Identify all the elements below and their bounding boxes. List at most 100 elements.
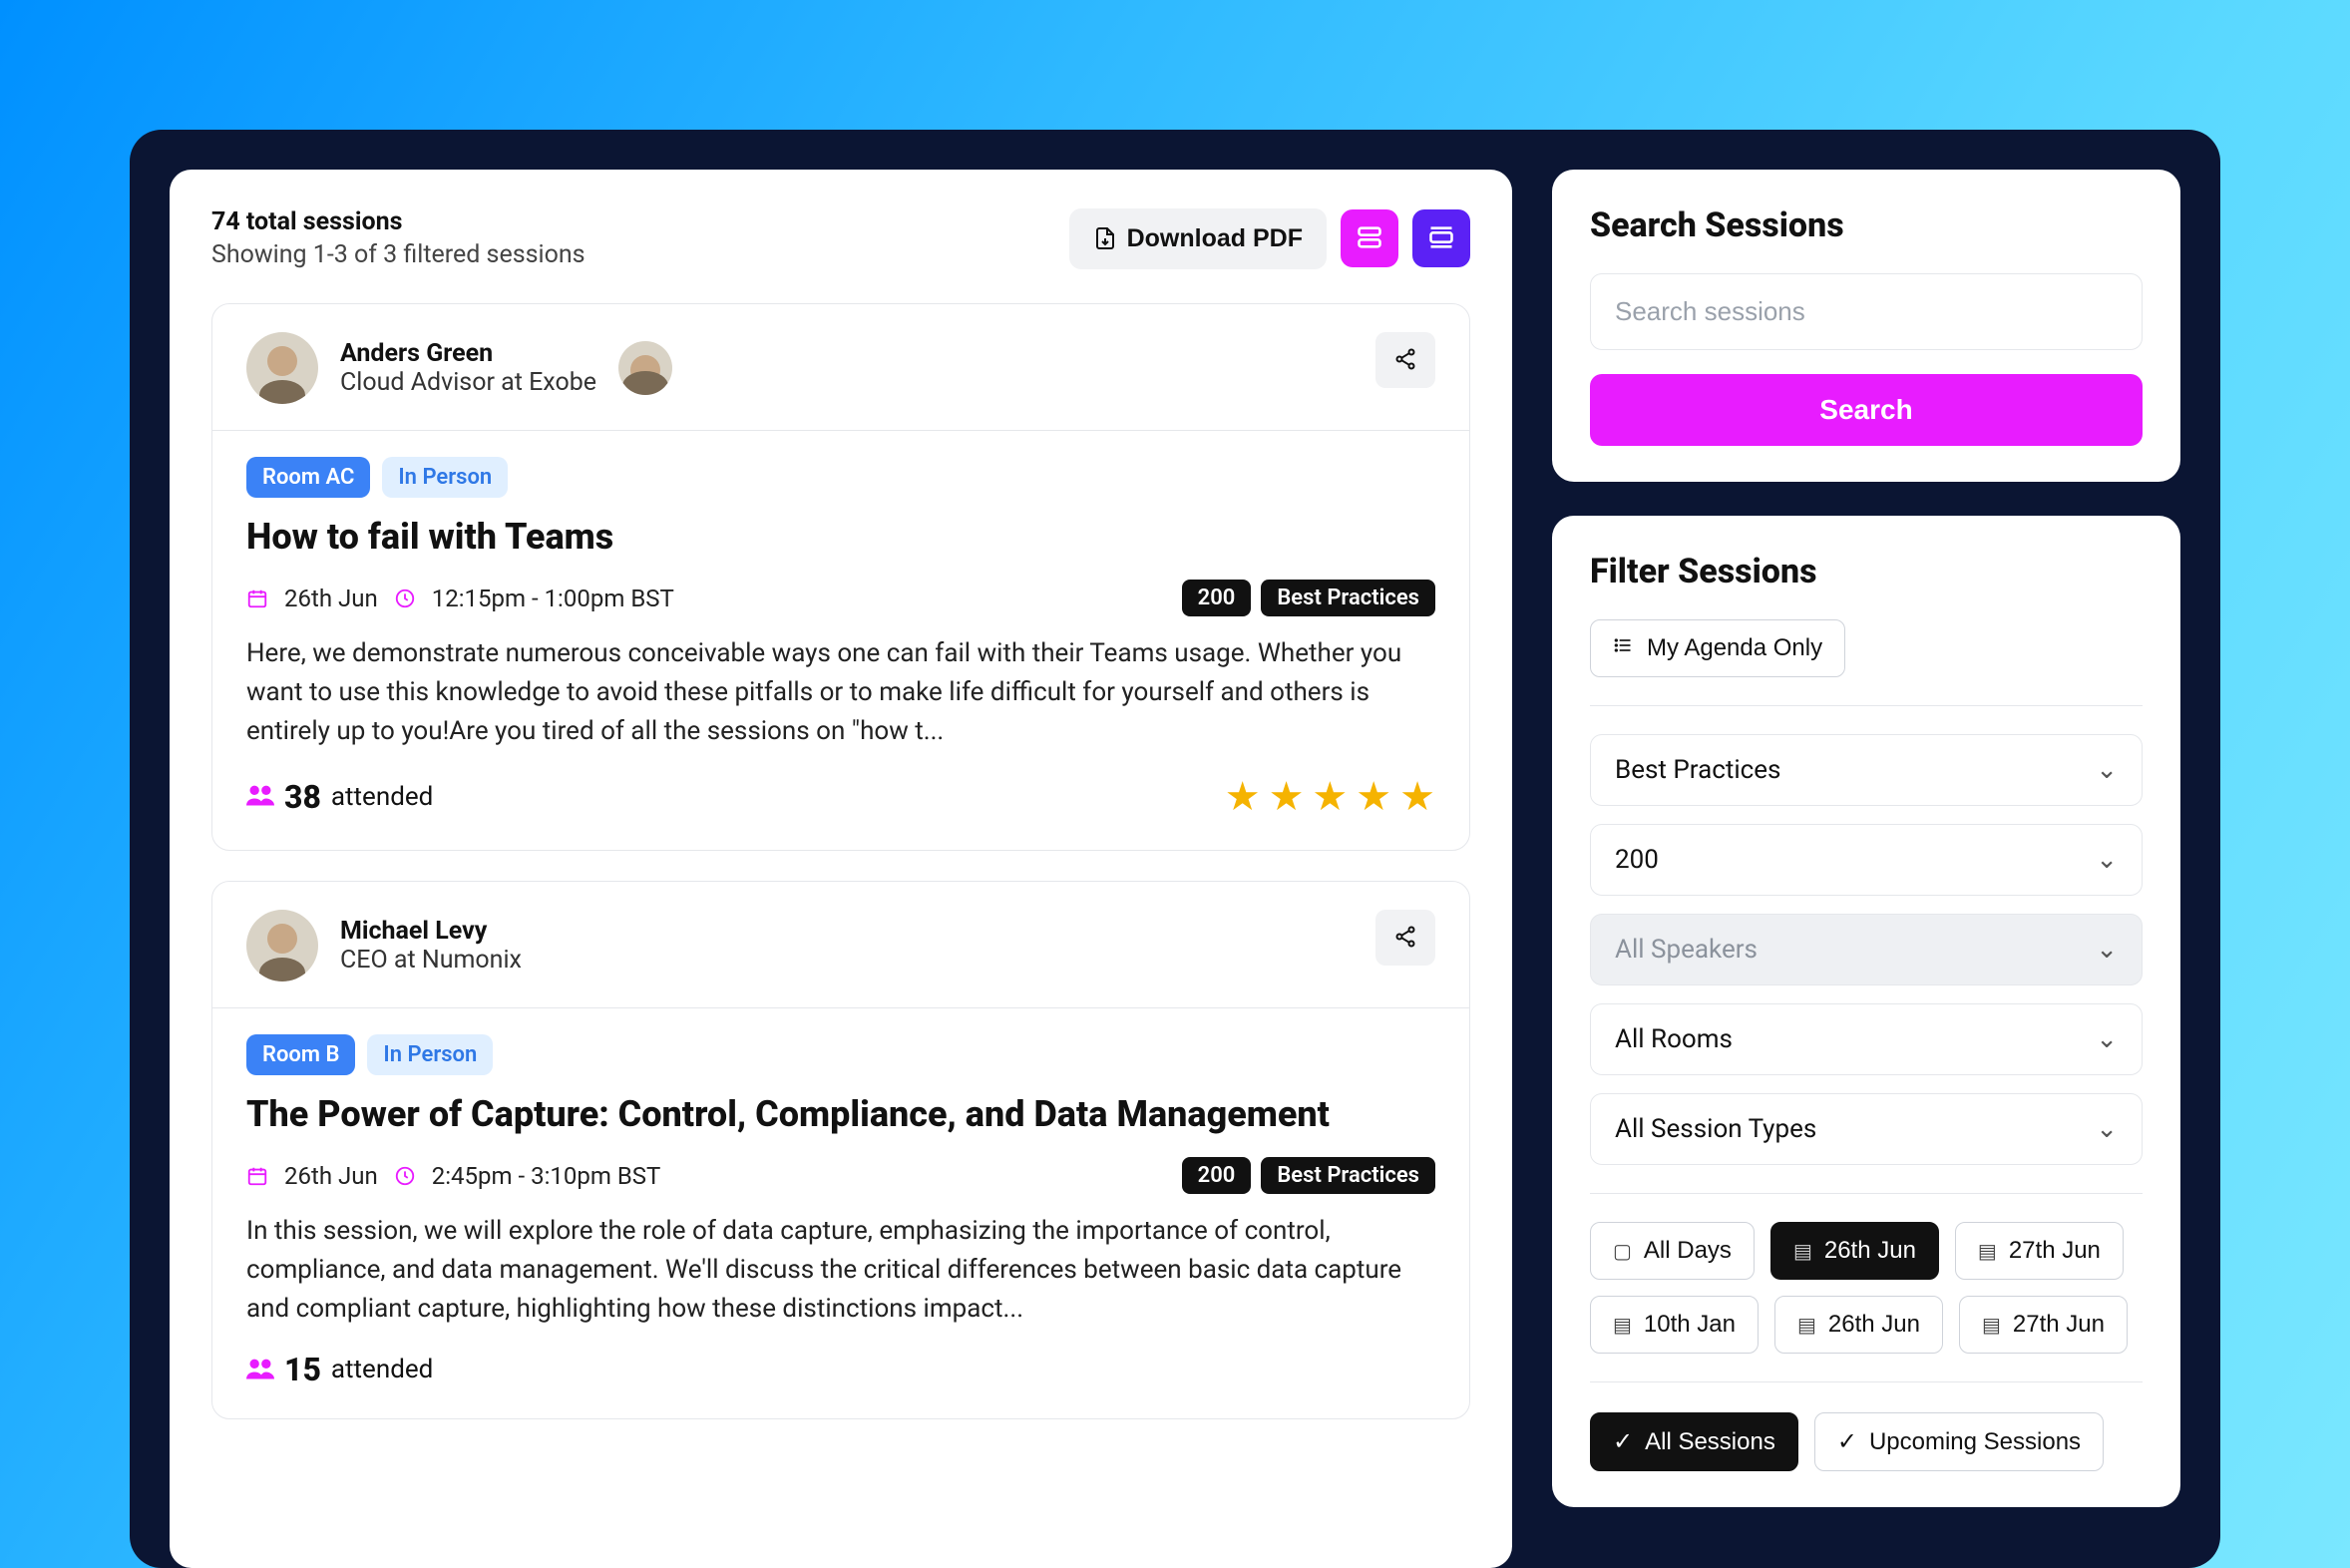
level-select-value: 200 <box>1615 845 1659 875</box>
file-download-icon <box>1093 226 1117 250</box>
attended-label: attended <box>331 782 433 812</box>
calendar-icon: ▢ <box>1613 1239 1632 1264</box>
divider <box>1590 1381 2143 1382</box>
track-select-value: Best Practices <box>1615 755 1780 785</box>
attended-label: attended <box>331 1355 433 1384</box>
clock-icon <box>394 588 416 609</box>
attended-count: 38 <box>284 778 321 816</box>
filter-card: Filter Sessions My Agenda Only Best Prac… <box>1552 516 2180 1507</box>
check-icon: ✓ <box>1837 1427 1857 1456</box>
rating-stars: ★ ★ ★ ★ ★ <box>1225 773 1435 820</box>
chevron-down-icon: ⌄ <box>2096 845 2118 875</box>
chevron-down-icon: ⌄ <box>2096 1114 2118 1144</box>
view-grid-button[interactable] <box>1412 209 1470 267</box>
download-pdf-label: Download PDF <box>1127 224 1303 253</box>
session-date: 26th Jun <box>284 1162 378 1190</box>
people-icon <box>246 1354 274 1386</box>
speakers-select-value: All Speakers <box>1615 935 1758 965</box>
mode-chip: In Person <box>382 457 508 498</box>
day-label: All Days <box>1644 1237 1732 1265</box>
share-button[interactable] <box>1375 332 1435 388</box>
search-button[interactable]: Search <box>1590 374 2143 446</box>
search-title: Search Sessions <box>1590 205 2143 245</box>
calendar-icon <box>246 588 268 609</box>
session-time: 12:15pm - 1:00pm BST <box>432 585 674 612</box>
speaker-role: CEO at Numonix <box>340 946 522 975</box>
day-label: 26th Jun <box>1824 1237 1916 1265</box>
app-frame: 74 total sessions Showing 1-3 of 3 filte… <box>130 130 2220 1568</box>
calendar-icon: ▤ <box>1797 1313 1816 1338</box>
level-tag: 200 <box>1182 1157 1252 1194</box>
divider <box>1590 705 2143 706</box>
level-select[interactable]: 200 ⌄ <box>1590 824 2143 896</box>
check-icon: ✓ <box>1613 1427 1633 1456</box>
day-label: 27th Jun <box>2009 1237 2101 1265</box>
attendance: 15 attended <box>246 1351 433 1388</box>
attendance: 38 attended <box>246 778 433 816</box>
session-date: 26th Jun <box>284 585 378 612</box>
view-list-button[interactable] <box>1341 209 1398 267</box>
sessions-panel: 74 total sessions Showing 1-3 of 3 filte… <box>170 170 1512 1568</box>
track-tag: Best Practices <box>1261 580 1435 616</box>
chevron-down-icon: ⌄ <box>2096 935 2118 965</box>
sidebar: Search Sessions Search Filter Sessions M… <box>1552 170 2180 1568</box>
star-icon: ★ <box>1225 773 1261 820</box>
calendar-icon: ▤ <box>1982 1313 2001 1338</box>
card-view-icon <box>1427 223 1455 254</box>
divider <box>212 1007 1469 1008</box>
day-filter[interactable]: ▤ 27th Jun <box>1955 1222 2124 1280</box>
room-chip: Room B <box>246 1034 355 1075</box>
session-card: Michael Levy CEO at Numonix Room B In Pe… <box>211 881 1470 1419</box>
avatar <box>618 341 672 395</box>
day-filter-group: ▢ All Days ▤ 26th Jun ▤ 27th Jun ▤ 10th … <box>1590 1222 2143 1354</box>
download-pdf-button[interactable]: Download PDF <box>1069 208 1327 269</box>
filter-title: Filter Sessions <box>1590 552 2143 591</box>
sessions-summary: 74 total sessions Showing 1-3 of 3 filte… <box>211 207 586 269</box>
attended-count: 15 <box>284 1351 321 1388</box>
chevron-down-icon: ⌄ <box>2096 1024 2118 1054</box>
session-title: How to fail with Teams <box>246 516 1435 558</box>
divider <box>1590 1193 2143 1194</box>
clock-icon <box>394 1165 416 1187</box>
all-sessions-label: All Sessions <box>1645 1428 1775 1456</box>
header-actions: Download PDF <box>1069 208 1470 269</box>
rooms-select-value: All Rooms <box>1615 1024 1733 1054</box>
day-filter[interactable]: ▤ 27th Jun <box>1959 1296 2128 1354</box>
track-tag: Best Practices <box>1261 1157 1435 1194</box>
star-icon: ★ <box>1312 773 1348 820</box>
calendar-icon: ▤ <box>1978 1239 1997 1264</box>
day-filter[interactable]: ▤ 26th Jun <box>1774 1296 1943 1354</box>
speaker-name: Michael Levy <box>340 917 522 946</box>
room-chip: Room AC <box>246 457 370 498</box>
my-agenda-label: My Agenda Only <box>1647 634 1822 662</box>
sessions-header: 74 total sessions Showing 1-3 of 3 filte… <box>211 207 1470 269</box>
calendar-icon: ▤ <box>1793 1239 1812 1264</box>
share-button[interactable] <box>1375 910 1435 966</box>
types-select[interactable]: All Session Types ⌄ <box>1590 1093 2143 1165</box>
day-filter-all[interactable]: ▢ All Days <box>1590 1222 1755 1280</box>
avatar <box>246 910 318 981</box>
upcoming-sessions-button[interactable]: ✓ Upcoming Sessions <box>1814 1412 2104 1471</box>
mode-chip: In Person <box>367 1034 493 1075</box>
calendar-icon: ▤ <box>1613 1313 1632 1338</box>
star-icon: ★ <box>1269 773 1305 820</box>
rooms-select[interactable]: All Rooms ⌄ <box>1590 1003 2143 1075</box>
share-icon <box>1393 347 1417 374</box>
speakers-select[interactable]: All Speakers ⌄ <box>1590 914 2143 985</box>
list-icon <box>1613 634 1633 662</box>
search-card: Search Sessions Search <box>1552 170 2180 482</box>
session-time: 2:45pm - 3:10pm BST <box>432 1162 661 1190</box>
day-filter[interactable]: ▤ 10th Jan <box>1590 1296 1759 1354</box>
session-title: The Power of Capture: Control, Complianc… <box>246 1093 1435 1135</box>
my-agenda-toggle[interactable]: My Agenda Only <box>1590 619 1845 677</box>
all-sessions-button[interactable]: ✓ All Sessions <box>1590 1412 1798 1471</box>
avatar <box>246 332 318 404</box>
search-input[interactable] <box>1590 273 2143 350</box>
session-scope-segment: ✓ All Sessions ✓ Upcoming Sessions <box>1590 1412 2143 1471</box>
speaker-name: Anders Green <box>340 339 596 368</box>
level-tag: 200 <box>1182 580 1252 616</box>
day-filter[interactable]: ▤ 26th Jun <box>1770 1222 1939 1280</box>
track-select[interactable]: Best Practices ⌄ <box>1590 734 2143 806</box>
day-label: 10th Jan <box>1644 1311 1736 1339</box>
star-icon: ★ <box>1399 773 1435 820</box>
